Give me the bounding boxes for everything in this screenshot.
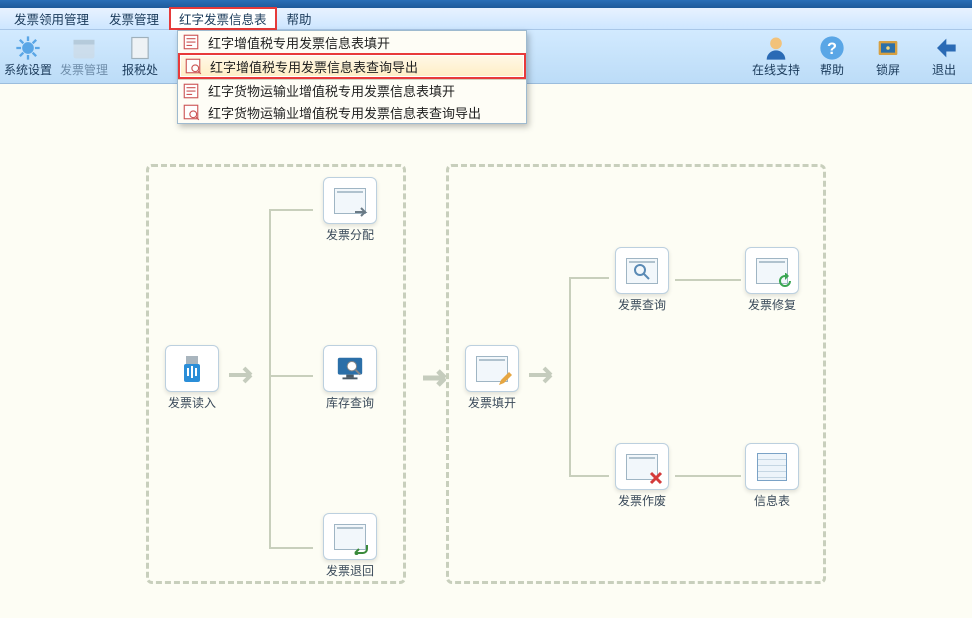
tool-tax-report[interactable]: 报税处 [112,31,168,83]
help-icon: ? [818,35,846,61]
dd-label: 红字货物运输业增值税专用发票信息表填开 [208,81,455,100]
form-icon [182,82,200,100]
monitor-search-icon [335,354,365,384]
dd-item-fill-freight[interactable]: 红字货物运输业增值税专用发票信息表填开 [178,79,526,101]
user-icon [762,35,790,61]
node-label: 发票读入 [168,394,216,411]
dd-item-fill-vat[interactable]: 红字增值税专用发票信息表填开 [178,31,526,53]
tool-label: 在线支持 [752,61,800,78]
menu-bar: 发票领用管理 发票管理 红字发票信息表 帮助 [0,8,972,30]
node-invoice-distribute[interactable]: 发票分配 [321,177,379,243]
node-label: 库存查询 [326,394,374,411]
node-invoice-return[interactable]: 发票退回 [321,513,379,579]
form-icon [182,33,200,51]
node-invoice-void[interactable]: 发票作废 [613,443,671,509]
doc-pen-icon [476,356,508,382]
doc-refresh-icon [756,258,788,284]
tool-label: 帮助 [820,61,844,78]
node-label: 发票退回 [326,562,374,579]
node-invoice-query[interactable]: 发票查询 [613,247,671,313]
doc-return-icon [334,524,366,550]
menu-invoice-receive[interactable]: 发票领用管理 [4,7,99,30]
node-invoice-fill[interactable]: 发票填开 [463,345,521,411]
node-invoice-read[interactable]: 发票读入 [163,345,221,411]
dd-item-query-export-vat[interactable]: 红字增值税专用发票信息表查询导出 [178,53,526,79]
flow-panel-right: 发票填开 发票查询 发票修复 发票作废 [446,164,826,584]
tool-label: 报税处 [122,61,158,78]
calendar-icon [70,35,98,61]
tool-online-support[interactable]: 在线支持 [748,31,804,83]
arrow-icon [529,363,563,387]
svg-text:?: ? [827,40,837,58]
flow-panel-left: 发票读入 发票分配 库存查询 发票退回 [146,164,406,584]
node-stock-query[interactable]: 库存查询 [321,345,379,411]
doc-search-icon [626,258,658,284]
dd-label: 红字增值税专用发票信息表查询导出 [210,57,418,76]
tool-label: 系统设置 [4,61,52,78]
table-icon [757,453,787,481]
lock-icon [874,35,902,61]
tool-label: 退出 [932,61,956,78]
node-label: 信息表 [754,492,790,509]
form-search-icon [182,103,200,121]
node-invoice-repair[interactable]: 发票修复 [743,247,801,313]
tool-label: 锁屏 [876,61,900,78]
node-label: 发票分配 [326,226,374,243]
tool-system-settings[interactable]: 系统设置 [0,31,56,83]
tool-lock-screen[interactable]: 锁屏 [860,31,916,83]
node-label: 发票填开 [468,394,516,411]
doc-delete-icon [626,454,658,480]
arrow-icon [229,363,263,387]
tool-label: 发票管理 [60,61,108,78]
workspace: 发票读入 发票分配 库存查询 发票退回 [0,84,972,618]
menu-invoice-manage[interactable]: 发票管理 [99,7,169,30]
node-label: 发票作废 [618,492,666,509]
node-info-table[interactable]: 信息表 [743,443,801,509]
menu-help[interactable]: 帮助 [277,7,322,30]
red-invoice-dropdown: 红字增值税专用发票信息表填开 红字增值税专用发票信息表查询导出 红字货物运输业增… [177,30,527,124]
app-window: 发票领用管理 发票管理 红字发票信息表 帮助 系统设置 发票管理 报税处 [0,0,972,618]
node-label: 发票查询 [618,296,666,313]
dd-label: 红字增值税专用发票信息表填开 [208,33,390,52]
dd-item-query-export-freight[interactable]: 红字货物运输业增值税专用发票信息表查询导出 [178,101,526,123]
tool-help[interactable]: ? 帮助 [804,31,860,83]
dd-label: 红字货物运输业增值税专用发票信息表查询导出 [208,103,481,122]
menu-red-invoice-info[interactable]: 红字发票信息表 [169,7,277,30]
doc-icon [334,188,366,214]
gear-icon [14,35,42,61]
form-search-icon [184,57,202,75]
usb-icon [176,353,208,385]
document-icon [126,35,154,61]
node-label: 发票修复 [748,296,796,313]
tool-exit[interactable]: 退出 [916,31,972,83]
tool-invoice-manage[interactable]: 发票管理 [56,31,112,83]
back-arrow-icon [930,35,958,61]
